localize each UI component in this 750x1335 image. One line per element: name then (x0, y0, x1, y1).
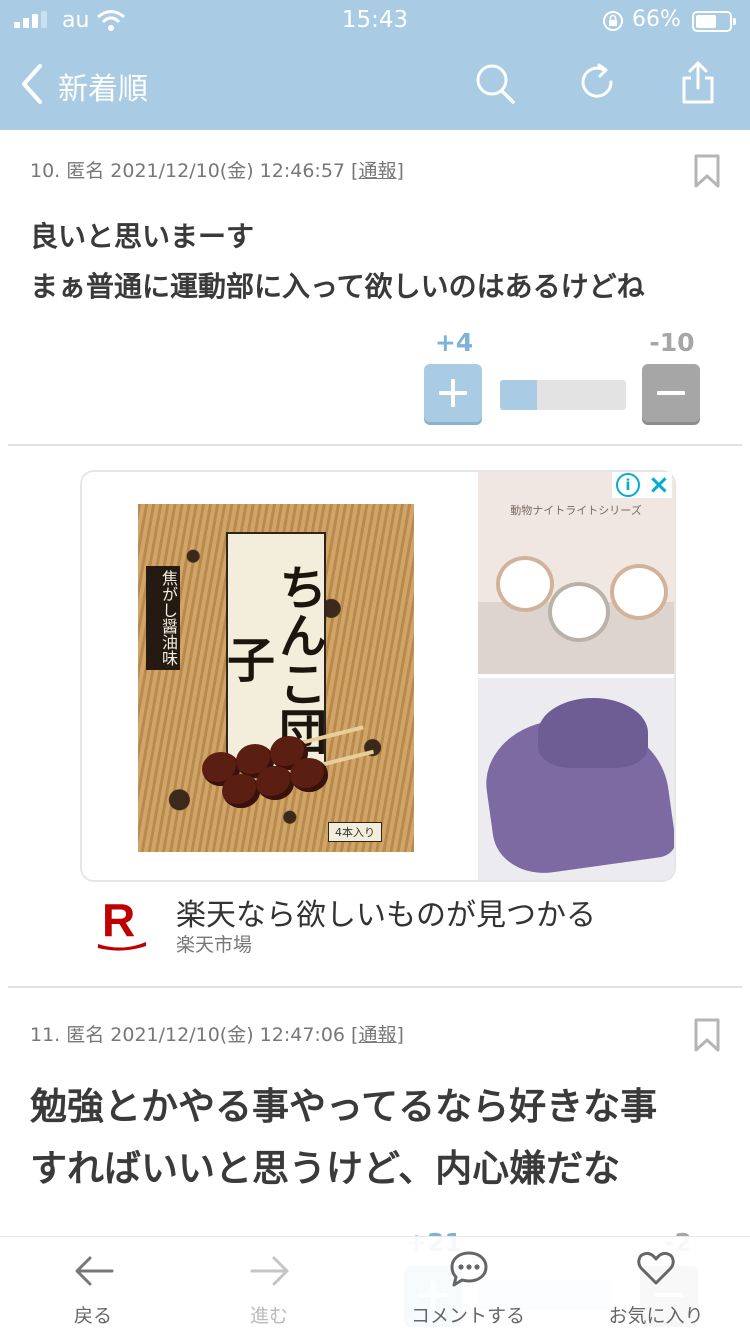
battery-percent: 66% (632, 7, 681, 32)
rakuten-logo[interactable]: R (96, 892, 148, 952)
nav-back[interactable]: 戻る (30, 1237, 156, 1335)
ad-sponsor: 楽天市場 (176, 934, 253, 956)
nav-back-label: 戻る (73, 1305, 112, 1327)
ad-banner[interactable]: 焦がし醤油味 ちんこ団子 4本入り 動物ナイトライトシリーズ (80, 470, 676, 882)
divider (8, 986, 742, 988)
ad-product-image: 焦がし醤油味 ちんこ団子 4本入り (82, 472, 472, 880)
header-title[interactable]: 新着順 (58, 64, 148, 108)
vote-ratio-bar (500, 380, 626, 410)
report-link[interactable]: 通報 (358, 160, 396, 182)
minus-count: -10 (649, 328, 695, 357)
comment-meta: 10. 匿名 2021/12/10(金) 12:46:57 [通報] (30, 160, 404, 182)
nav-favorite[interactable]: お気に入り (592, 1237, 720, 1335)
heart-icon (637, 1251, 675, 1285)
package-count: 4本入り (328, 822, 382, 842)
ad-choices[interactable]: i × (612, 470, 672, 500)
flavor-label: 焦がし醤油味 (146, 566, 180, 670)
ad-nightlight-image: 動物ナイトライトシリーズ (478, 472, 674, 674)
comment-bubble-icon (450, 1251, 488, 1287)
bookmark-icon[interactable] (694, 1018, 720, 1052)
svg-text:R: R (102, 894, 135, 946)
report-link[interactable]: 通報 (358, 1024, 396, 1046)
battery-icon (692, 11, 736, 32)
plus-vote-button[interactable] (424, 364, 482, 422)
divider (8, 444, 742, 446)
back-chevron-icon[interactable] (18, 62, 46, 106)
bottom-nav: 戻る 進む コメントする お気に入り (0, 1236, 750, 1335)
bookmark-icon[interactable] (694, 154, 720, 188)
dango-package: 焦がし醤油味 ちんこ団子 4本入り (138, 504, 414, 852)
minus-vote-button[interactable] (642, 364, 700, 422)
search-icon[interactable] (474, 60, 518, 108)
comment-body: 勉強とかやる事やってるなら好きな事 すればいいと思うけど、内心嫌だな (30, 1085, 658, 1190)
comment-body: 良いと思いまーす まぁ普通に運動部に入って欲しいのはあるけどね (30, 220, 645, 303)
plus-count: +4 (434, 328, 474, 357)
arrow-left-icon (75, 1256, 114, 1286)
nav-favorite-label: お気に入り (608, 1305, 704, 1327)
nav-comment-label: コメントする (410, 1305, 525, 1327)
info-icon[interactable]: i (616, 473, 640, 497)
nav-forward[interactable]: 進む (206, 1237, 332, 1335)
refresh-icon[interactable] (578, 60, 618, 108)
arrow-right-icon (250, 1256, 289, 1286)
nav-forward-label: 進む (249, 1305, 288, 1327)
nightlight-caption: 動物ナイトライトシリーズ (510, 504, 642, 517)
share-icon[interactable] (678, 60, 718, 108)
close-icon[interactable]: × (648, 470, 670, 500)
rotation-lock-icon (603, 11, 623, 31)
nav-comment[interactable]: コメントする (390, 1237, 546, 1335)
status-bar: au 15:43 66% (0, 0, 750, 44)
top-bar: au 15:43 66% 新着順 (0, 0, 750, 130)
ad-headline[interactable]: 楽天なら欲しいものが見つかる (176, 890, 596, 934)
comment-meta: 11. 匿名 2021/12/10(金) 12:47:06 [通報] (30, 1024, 404, 1046)
product-title: ちんこ団子 (218, 563, 326, 755)
ad-dress-image (478, 678, 674, 880)
